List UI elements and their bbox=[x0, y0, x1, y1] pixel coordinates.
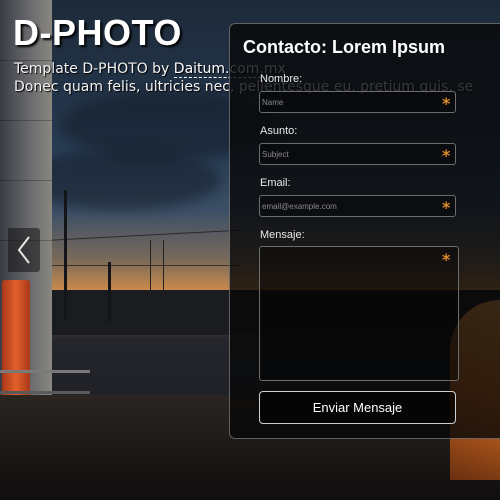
power-line bbox=[40, 265, 240, 266]
email-field[interactable] bbox=[259, 195, 456, 217]
message-field[interactable] bbox=[259, 246, 459, 381]
power-line bbox=[40, 229, 240, 242]
site-title: D-PHOTO bbox=[13, 12, 182, 53]
guard-rail bbox=[0, 370, 90, 394]
contact-panel: Contacto: Lorem Ipsum Nombre: * Asunto: … bbox=[229, 23, 500, 439]
required-marker: * bbox=[442, 250, 451, 269]
contact-title: Contacto: Lorem Ipsum bbox=[243, 37, 446, 57]
required-marker: * bbox=[442, 94, 451, 113]
transmission-tower bbox=[150, 240, 164, 295]
subject-label: Asunto: bbox=[260, 125, 298, 137]
name-field[interactable] bbox=[259, 91, 456, 113]
required-marker: * bbox=[442, 146, 451, 165]
street-lamp bbox=[64, 190, 67, 320]
slider-prev-button[interactable] bbox=[8, 228, 40, 272]
send-message-button[interactable]: Enviar Mensaje bbox=[259, 391, 456, 424]
required-marker: * bbox=[442, 198, 451, 217]
tagline-prefix: Template D-PHOTO by bbox=[14, 61, 174, 77]
name-label: Nombre: bbox=[260, 73, 303, 85]
utility-pole bbox=[108, 262, 111, 322]
chevron-left-icon bbox=[17, 236, 30, 264]
email-label: Email: bbox=[260, 177, 291, 189]
subject-field[interactable] bbox=[259, 143, 456, 165]
message-label: Mensaje: bbox=[260, 229, 305, 241]
